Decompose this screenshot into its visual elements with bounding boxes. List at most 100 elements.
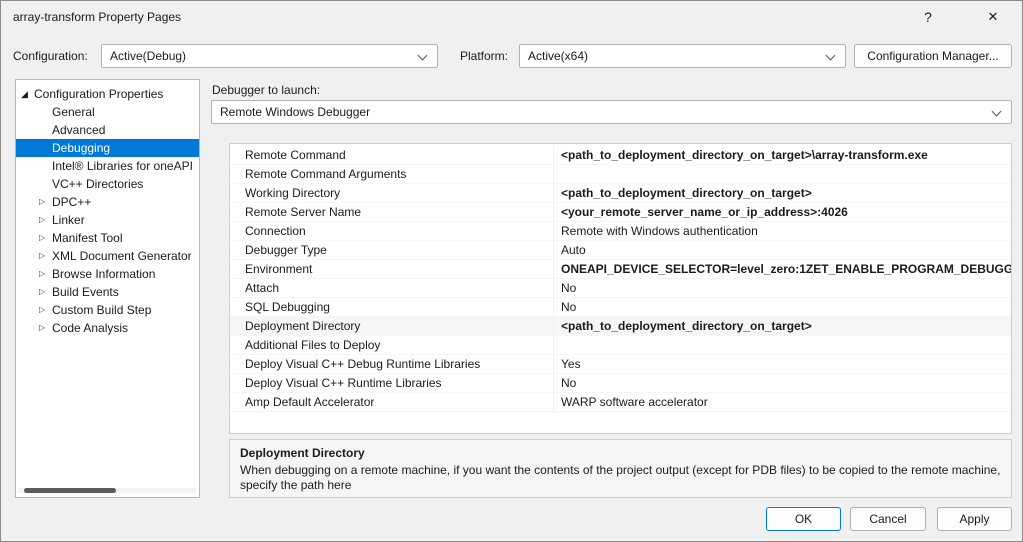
debugger-to-launch-label: Debugger to launch: [212, 83, 320, 97]
cancel-button[interactable]: Cancel [850, 507, 926, 531]
configuration-dropdown[interactable]: Active(Debug) [101, 44, 438, 68]
title-bar: array-transform Property Pages ? ✕ [1, 1, 1022, 33]
tree-item-build-events[interactable]: ▷Build Events [16, 283, 199, 301]
property-name: Attach [230, 279, 554, 298]
property-value[interactable]: No [554, 374, 1011, 393]
tree-collapsed-arrow-icon[interactable]: ▷ [39, 319, 52, 337]
help-button[interactable]: ? [906, 1, 950, 33]
tree-item-manifest-tool[interactable]: ▷Manifest Tool [16, 229, 199, 247]
tree-collapsed-arrow-icon[interactable]: ▷ [39, 211, 52, 229]
platform-dropdown[interactable]: Active(x64) [519, 44, 846, 68]
tree-item-general[interactable]: General [16, 103, 199, 121]
property-row-deployment-directory[interactable]: Deployment Directory<path_to_deployment_… [230, 317, 1011, 336]
tree-expanded-arrow-icon[interactable]: ◢ [21, 85, 34, 103]
configuration-manager-button[interactable]: Configuration Manager... [854, 44, 1012, 68]
tree-horizontal-scrollbar[interactable] [19, 488, 196, 493]
property-name: Working Directory [230, 184, 554, 203]
tree-item-label: Browse Information [52, 267, 155, 281]
description-text: When debugging on a remote machine, if y… [240, 463, 1001, 493]
property-name: Deploy Visual C++ Runtime Libraries [230, 374, 554, 393]
property-row-remote-server-name[interactable]: Remote Server Name<your_remote_server_na… [230, 203, 1011, 222]
tree-item-advanced[interactable]: Advanced [16, 121, 199, 139]
tree-item-intel-libraries-for-oneapi[interactable]: Intel® Libraries for oneAPI [16, 157, 199, 175]
tree-item-xml-document-generator[interactable]: ▷XML Document Generator [16, 247, 199, 265]
property-row-sql-debugging[interactable]: SQL DebuggingNo [230, 298, 1011, 317]
property-value[interactable]: Yes [554, 355, 1011, 374]
property-description-panel: Deployment Directory When debugging on a… [229, 439, 1012, 498]
tree-item-linker[interactable]: ▷Linker [16, 211, 199, 229]
property-value[interactable] [554, 165, 1011, 184]
property-value[interactable]: No [554, 279, 1011, 298]
property-name: Remote Command [230, 146, 554, 165]
scrollbar-thumb[interactable] [24, 488, 116, 493]
tree-item-label: Advanced [52, 123, 105, 137]
description-title: Deployment Directory [240, 446, 1001, 460]
property-pages-dialog: array-transform Property Pages ? ✕ Confi… [0, 0, 1023, 542]
property-value[interactable]: Remote with Windows authentication [554, 222, 1011, 241]
property-row-remote-command-arguments[interactable]: Remote Command Arguments [230, 165, 1011, 184]
property-row-attach[interactable]: AttachNo [230, 279, 1011, 298]
tree-item-label: Intel® Libraries for oneAPI [52, 159, 193, 173]
tree-collapsed-arrow-icon[interactable]: ▷ [39, 265, 52, 283]
property-value[interactable]: ONEAPI_DEVICE_SELECTOR=level_zero:1ZET_E… [554, 260, 1011, 279]
tree-item-label: Build Events [52, 285, 119, 299]
property-name: SQL Debugging [230, 298, 554, 317]
tree-item-label: XML Document Generator [52, 249, 192, 263]
tree-collapsed-arrow-icon[interactable]: ▷ [39, 229, 52, 247]
platform-dropdown-value: Active(x64) [520, 45, 845, 67]
tree-item-configuration-properties[interactable]: ◢Configuration Properties [16, 85, 199, 103]
tree-item-label: DPC++ [52, 195, 91, 209]
tree-collapsed-arrow-icon[interactable]: ▷ [39, 193, 52, 211]
ok-button[interactable]: OK [766, 507, 841, 531]
tree-item-label: Debugging [52, 141, 110, 155]
property-value[interactable]: Auto [554, 241, 1011, 260]
property-name: Environment [230, 260, 554, 279]
configuration-label: Configuration: [13, 49, 88, 63]
property-row-remote-command[interactable]: Remote Command<path_to_deployment_direct… [230, 146, 1011, 165]
property-value[interactable]: <your_remote_server_name_or_ip_address>:… [554, 203, 1011, 222]
tree-item-browse-information[interactable]: ▷Browse Information [16, 265, 199, 283]
property-name: Deployment Directory [230, 317, 554, 336]
tree-collapsed-arrow-icon[interactable]: ▷ [39, 301, 52, 319]
property-name: Debugger Type [230, 241, 554, 260]
property-name: Connection [230, 222, 554, 241]
tree-item-label: Linker [52, 213, 85, 227]
tree-item-dpc[interactable]: ▷DPC++ [16, 193, 199, 211]
property-value[interactable]: No [554, 298, 1011, 317]
property-row-deploy-visual-c-runtime-libraries[interactable]: Deploy Visual C++ Runtime LibrariesNo [230, 374, 1011, 393]
tree-collapsed-arrow-icon[interactable]: ▷ [39, 283, 52, 301]
tree-item-vc-directories[interactable]: VC++ Directories [16, 175, 199, 193]
property-name: Additional Files to Deploy [230, 336, 554, 355]
property-value[interactable]: <path_to_deployment_directory_on_target> [554, 184, 1011, 203]
property-grid-rows: Remote Command<path_to_deployment_direct… [229, 143, 1012, 434]
tree-item-label: Configuration Properties [34, 87, 163, 101]
property-row-environment[interactable]: EnvironmentONEAPI_DEVICE_SELECTOR=level_… [230, 260, 1011, 279]
property-row-deploy-visual-c-debug-runtime-libraries[interactable]: Deploy Visual C++ Debug Runtime Librarie… [230, 355, 1011, 374]
property-row-amp-default-accelerator[interactable]: Amp Default AcceleratorWARP software acc… [230, 393, 1011, 412]
property-value[interactable]: <path_to_deployment_directory_on_target>… [554, 146, 1011, 165]
property-tree: ◢Configuration Properties General Advanced… [15, 79, 200, 498]
property-value[interactable]: <path_to_deployment_directory_on_target> [554, 317, 1011, 336]
tree-collapsed-arrow-icon[interactable]: ▷ [39, 247, 52, 265]
help-icon: ? [924, 9, 932, 25]
property-row-additional-files-to-deploy[interactable]: Additional Files to Deploy [230, 336, 1011, 355]
property-value[interactable] [554, 336, 1011, 355]
property-row-working-directory[interactable]: Working Directory<path_to_deployment_dir… [230, 184, 1011, 203]
tree-item-label: Custom Build Step [52, 303, 151, 317]
debugger-dropdown[interactable]: Remote Windows Debugger [211, 100, 1012, 124]
tree-item-label: General [52, 105, 95, 119]
tree-item-code-analysis[interactable]: ▷Code Analysis [16, 319, 199, 337]
window-title: array-transform Property Pages [13, 1, 181, 33]
tree-item-debugging[interactable]: Debugging [16, 139, 199, 157]
configuration-dropdown-value: Active(Debug) [102, 45, 437, 67]
property-row-debugger-type[interactable]: Debugger TypeAuto [230, 241, 1011, 260]
close-button[interactable]: ✕ [970, 1, 1016, 33]
property-name: Remote Server Name [230, 203, 554, 222]
close-icon: ✕ [988, 9, 999, 24]
property-value[interactable]: WARP software accelerator [554, 393, 1011, 412]
apply-button[interactable]: Apply [937, 507, 1012, 531]
property-name: Remote Command Arguments [230, 165, 554, 184]
platform-label: Platform: [460, 49, 508, 63]
tree-item-custom-build-step[interactable]: ▷Custom Build Step [16, 301, 199, 319]
property-row-connection[interactable]: ConnectionRemote with Windows authentica… [230, 222, 1011, 241]
